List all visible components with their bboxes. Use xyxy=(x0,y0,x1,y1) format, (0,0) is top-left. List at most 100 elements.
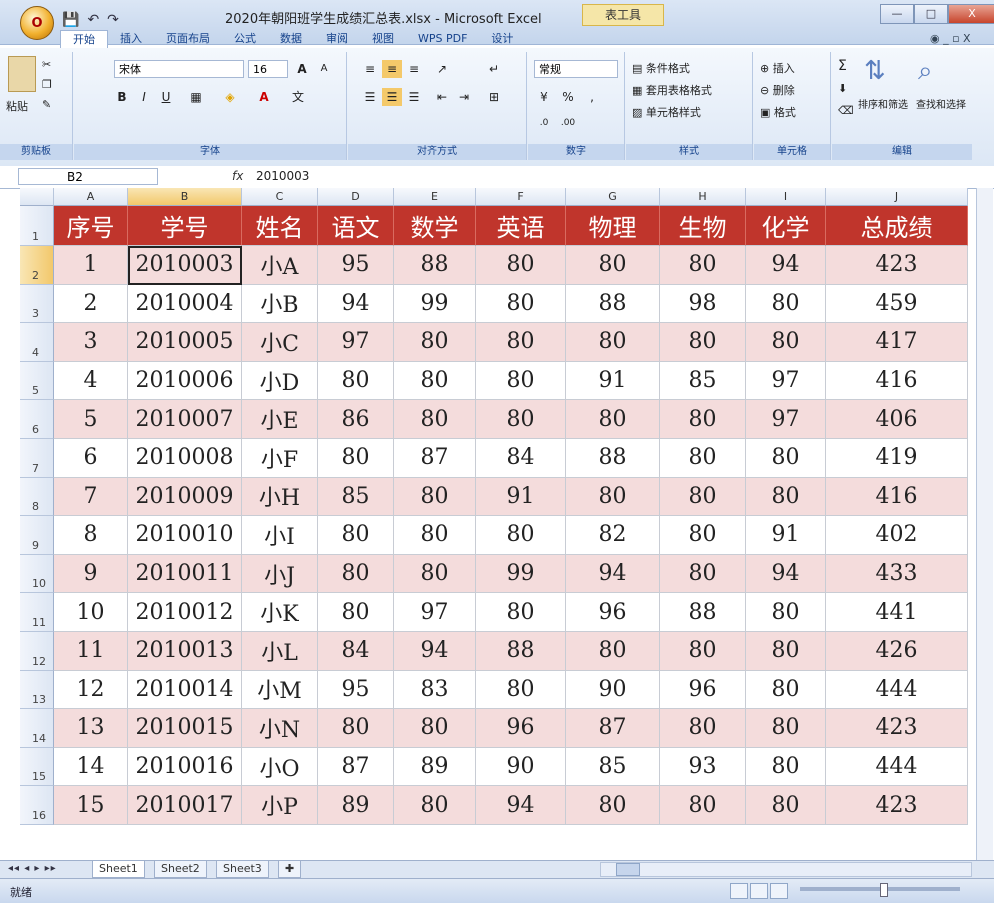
table-cell[interactable]: 2010011 xyxy=(128,554,242,594)
table-cell[interactable]: 86 xyxy=(318,400,394,439)
ribbon-tab[interactable]: 插入 xyxy=(108,30,154,48)
table-cell[interactable]: 99 xyxy=(476,554,566,594)
table-cell[interactable]: 小H xyxy=(242,477,318,517)
table-cell[interactable]: 小J xyxy=(242,554,318,594)
page-break-view-button[interactable] xyxy=(770,883,788,899)
table-cell[interactable]: 80 xyxy=(394,554,476,594)
table-cell[interactable]: 80 xyxy=(746,670,826,710)
table-cell[interactable]: 80 xyxy=(318,361,394,401)
number-format-select[interactable]: 常规 xyxy=(534,60,618,78)
ribbon-tab[interactable]: 审阅 xyxy=(314,30,360,48)
table-cell[interactable]: 94 xyxy=(746,554,826,594)
row-header[interactable]: 7 xyxy=(20,439,54,478)
row-header[interactable]: 2 xyxy=(20,246,54,285)
table-cell[interactable]: 80 xyxy=(746,709,826,748)
table-cell[interactable]: 94 xyxy=(318,284,394,324)
table-cell[interactable]: 91 xyxy=(746,516,826,555)
table-cell[interactable]: 80 xyxy=(660,323,746,362)
maximize-button[interactable]: □ xyxy=(914,4,948,24)
vertical-scrollbar[interactable] xyxy=(976,188,993,860)
table-cell[interactable]: 80 xyxy=(476,516,566,555)
increase-decimal-icon[interactable]: .0 xyxy=(534,114,554,132)
select-all-corner[interactable] xyxy=(20,188,54,206)
table-cell[interactable]: 95 xyxy=(318,246,394,285)
column-header[interactable]: G xyxy=(566,188,660,206)
paste-button[interactable]: 粘贴 xyxy=(6,98,28,114)
table-cell[interactable]: 小I xyxy=(242,516,318,555)
table-cell[interactable]: 97 xyxy=(394,593,476,632)
increase-indent-icon[interactable]: ⇥ xyxy=(454,88,474,106)
sheet-tab[interactable]: Sheet3 xyxy=(216,861,269,878)
table-cell[interactable]: 小K xyxy=(242,593,318,632)
align-right-icon[interactable]: ☰ xyxy=(404,88,424,106)
table-cell[interactable]: 6 xyxy=(54,439,128,478)
zoom-slider-knob[interactable] xyxy=(880,883,888,897)
table-cell[interactable]: 小O xyxy=(242,747,318,787)
copy-icon[interactable]: ❐ xyxy=(42,78,52,91)
table-cell[interactable]: 小F xyxy=(242,439,318,478)
clear-icon[interactable]: ⌫ xyxy=(838,104,854,117)
table-cell[interactable]: 80 xyxy=(566,632,660,671)
table-cell[interactable]: 小E xyxy=(242,400,318,439)
table-cell[interactable]: 80 xyxy=(746,747,826,787)
formula-content[interactable]: 2010003 xyxy=(256,169,309,183)
page-layout-view-button[interactable] xyxy=(750,883,768,899)
table-cell[interactable]: 2010015 xyxy=(128,709,242,748)
table-cell[interactable]: 82 xyxy=(566,516,660,555)
table-cell[interactable]: 93 xyxy=(660,747,746,787)
align-center-icon[interactable]: ☰ xyxy=(382,88,402,106)
row-header[interactable]: 15 xyxy=(20,747,54,787)
table-cell[interactable]: 95 xyxy=(318,670,394,710)
table-cell[interactable]: 80 xyxy=(660,632,746,671)
table-cell[interactable]: 87 xyxy=(394,439,476,478)
table-cell[interactable]: 2010016 xyxy=(128,747,242,787)
autosum-button[interactable]: Σ xyxy=(838,58,847,74)
table-cell[interactable]: 80 xyxy=(746,284,826,324)
table-cell[interactable]: 2010007 xyxy=(128,400,242,439)
table-cell[interactable]: 94 xyxy=(476,786,566,825)
table-cell[interactable]: 80 xyxy=(746,632,826,671)
fx-button[interactable]: fx xyxy=(232,169,243,183)
table-cell[interactable]: 10 xyxy=(54,593,128,632)
table-cell[interactable]: 97 xyxy=(746,400,826,439)
table-cell[interactable]: 2010008 xyxy=(128,439,242,478)
table-cell[interactable]: 8 xyxy=(54,516,128,555)
column-header[interactable]: C xyxy=(242,188,318,206)
table-cell[interactable]: 98 xyxy=(660,284,746,324)
table-cell[interactable]: 80 xyxy=(394,477,476,517)
table-cell[interactable]: 小L xyxy=(242,632,318,671)
table-cell[interactable]: 小N xyxy=(242,709,318,748)
table-cell[interactable]: 96 xyxy=(566,593,660,632)
table-cell[interactable]: 91 xyxy=(566,361,660,401)
table-cell[interactable]: 2010005 xyxy=(128,323,242,362)
align-bottom-icon[interactable]: ≡ xyxy=(404,60,424,78)
active-cell[interactable]: 2010003 xyxy=(128,246,242,285)
decrease-indent-icon[interactable]: ⇤ xyxy=(432,88,452,106)
table-cell[interactable]: 80 xyxy=(394,400,476,439)
table-cell[interactable]: 80 xyxy=(476,670,566,710)
column-title-cell[interactable]: 总成绩 xyxy=(826,206,968,246)
grow-font-button[interactable]: A xyxy=(292,60,312,78)
table-cell[interactable]: 80 xyxy=(394,361,476,401)
table-cell[interactable]: 88 xyxy=(566,439,660,478)
italic-button[interactable]: I xyxy=(134,88,154,106)
table-cell[interactable]: 2010004 xyxy=(128,284,242,324)
table-cell[interactable]: 4 xyxy=(54,361,128,401)
table-cell[interactable]: 80 xyxy=(394,323,476,362)
table-cell[interactable]: 2010010 xyxy=(128,516,242,555)
row-header[interactable]: 3 xyxy=(20,284,54,324)
delete-button[interactable]: ⊖ 删除 xyxy=(760,82,795,98)
table-cell[interactable]: 80 xyxy=(566,323,660,362)
sheet-nav-arrows[interactable]: ◂◂ ◂ ▸ ▸▸ xyxy=(8,863,57,874)
table-cell[interactable]: 80 xyxy=(660,709,746,748)
table-cell[interactable]: 99 xyxy=(394,284,476,324)
table-format-button[interactable]: ▦ 套用表格格式 xyxy=(632,82,712,98)
table-cell[interactable]: 80 xyxy=(746,439,826,478)
table-cell[interactable]: 80 xyxy=(660,516,746,555)
cell-styles-button[interactable]: ▨ 单元格样式 xyxy=(632,104,701,120)
fill-icon[interactable]: ⬇ xyxy=(838,82,847,95)
table-cell[interactable]: 96 xyxy=(660,670,746,710)
table-cell[interactable]: 423 xyxy=(826,786,968,825)
table-cell[interactable]: 406 xyxy=(826,400,968,439)
table-cell[interactable]: 80 xyxy=(318,516,394,555)
